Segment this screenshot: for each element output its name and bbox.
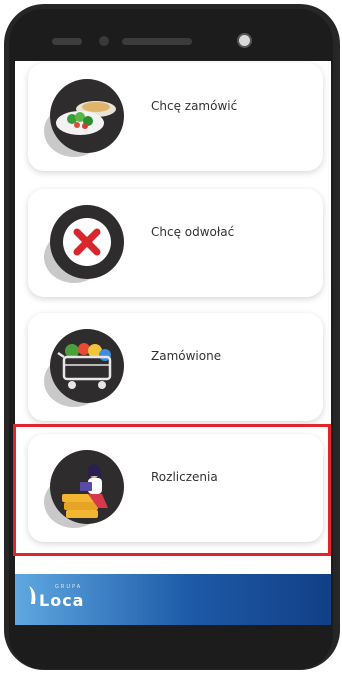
cancel-x-icon bbox=[44, 205, 124, 283]
menu-card-label: Chcę zamówić bbox=[151, 99, 238, 113]
menu-card-label: Chcę odwołać bbox=[151, 225, 235, 239]
sensor-bar bbox=[52, 38, 82, 45]
logo-tagline: GRUPA bbox=[55, 584, 83, 590]
shopping-cart-icon bbox=[44, 329, 124, 407]
menu-card-order[interactable]: Chcę zamówić bbox=[28, 63, 323, 171]
speaker-grille bbox=[122, 38, 192, 45]
footer-bar: GRUPA Loca bbox=[15, 574, 331, 625]
menu-card-ordered[interactable]: Zamówione bbox=[28, 313, 323, 421]
logo-text: Loca bbox=[39, 591, 85, 610]
menu-card-cancel[interactable]: Chcę odwołać bbox=[28, 189, 323, 297]
proximity-sensor bbox=[99, 36, 109, 46]
front-camera bbox=[239, 35, 250, 46]
menu-card-label: Zamówione bbox=[151, 349, 222, 363]
selection-highlight bbox=[13, 424, 331, 556]
food-plate-icon bbox=[44, 79, 124, 157]
